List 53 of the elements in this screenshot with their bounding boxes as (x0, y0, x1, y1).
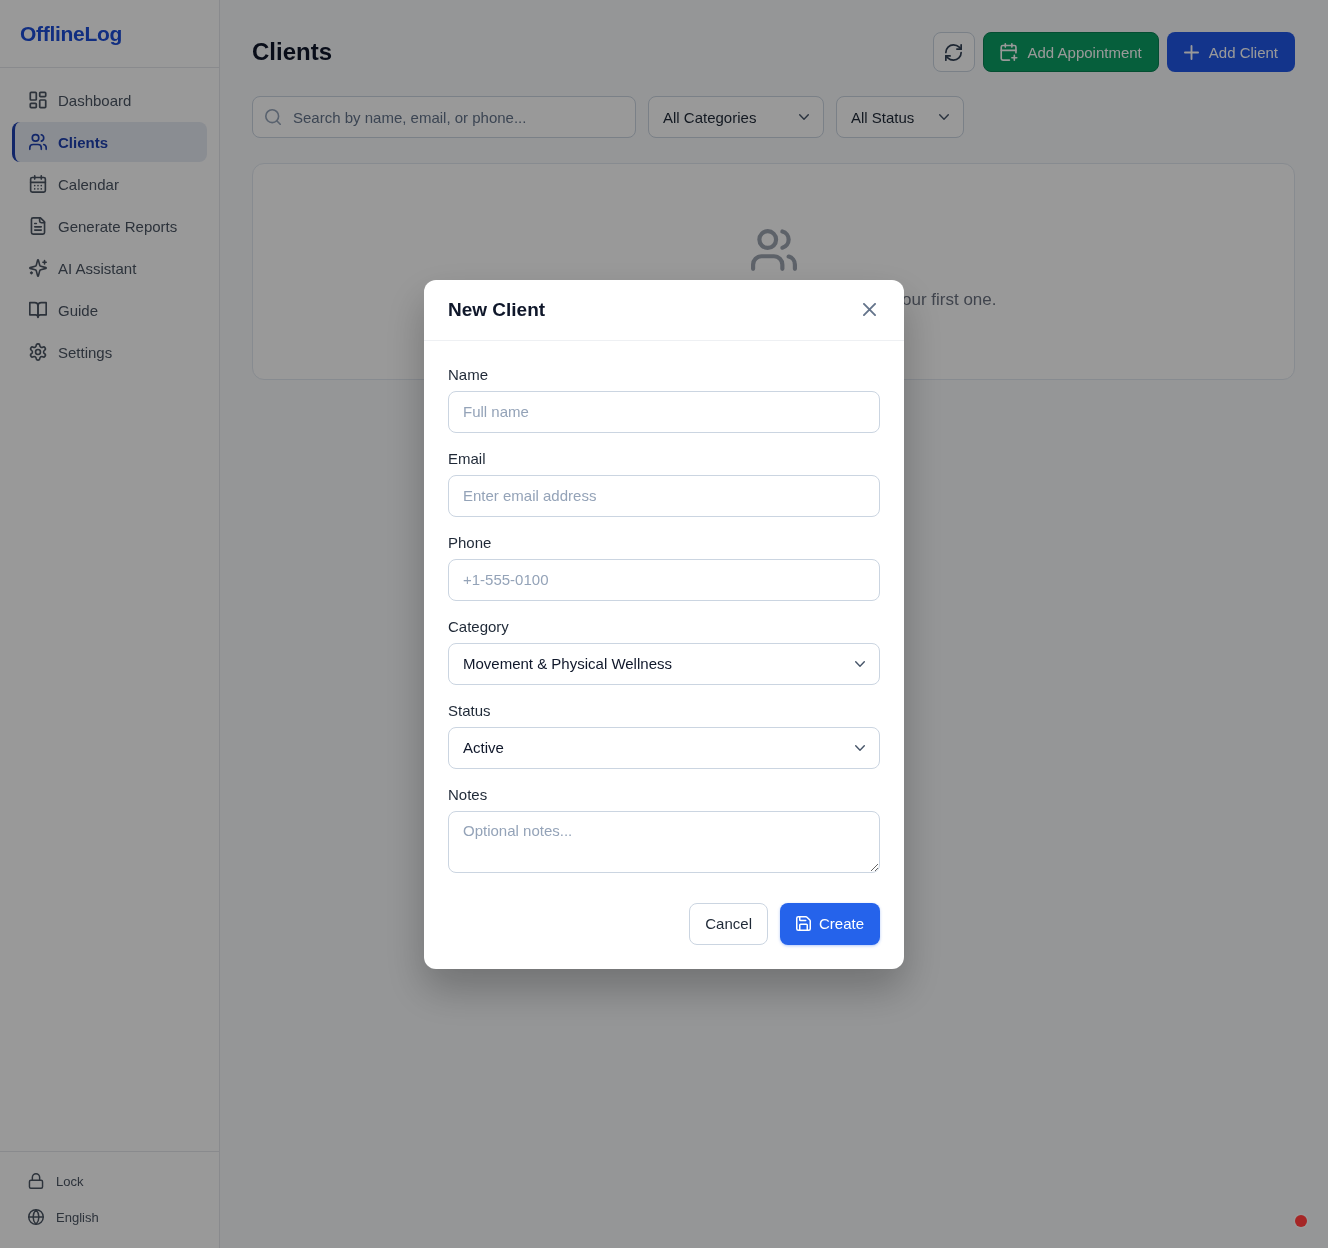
dialog-title: New Client (448, 297, 546, 322)
add-client-button[interactable]: Add Client (1166, 32, 1295, 72)
calendar-plus-icon (999, 43, 1018, 61)
sidebar-item[interactable]: Settings (12, 332, 207, 372)
sidebar-item[interactable]: Clients (12, 122, 207, 162)
field-label: Email (448, 448, 486, 469)
sidebar-item[interactable]: Dashboard (12, 80, 207, 120)
search-icon (265, 109, 281, 125)
refresh-icon (945, 43, 962, 61)
users-icon (29, 133, 47, 151)
sparkles-icon (29, 259, 47, 277)
document-icon (29, 217, 47, 235)
lock-icon (28, 1173, 44, 1189)
field-label: Category (448, 616, 509, 637)
filter-dropdown[interactable]: All Categories (648, 96, 824, 138)
sidebar-item[interactable]: Calendar (12, 164, 207, 204)
create-button[interactable]: Create (779, 902, 880, 945)
status-dot-icon (1293, 1213, 1309, 1229)
chevron-down-icon (855, 744, 865, 751)
dropdown-field[interactable]: Active (448, 726, 880, 769)
dropdown-field[interactable]: Movement & Physical Wellness (448, 642, 880, 685)
sidebar-footer-item[interactable]: English (12, 1199, 207, 1235)
app-logo: OfflineLog (20, 21, 122, 46)
grid-icon (29, 91, 47, 109)
field-label: Notes (448, 784, 488, 805)
field-label: Name (448, 364, 488, 385)
search-field[interactable]: Search by name, email, or phone... (252, 96, 636, 138)
cancel-button[interactable]: Cancel (689, 902, 768, 945)
globe-icon (28, 1209, 44, 1225)
settings-icon (29, 343, 47, 361)
calendar-icon (29, 175, 47, 193)
text-area-field[interactable]: Optional notes... (448, 810, 880, 873)
add-appointment-button[interactable]: Add Appointment (982, 32, 1159, 72)
field-label: Status (448, 700, 491, 721)
sidebar-item[interactable]: AI Assistant (12, 248, 207, 288)
input-field[interactable]: Full name (448, 390, 880, 433)
plus-icon (1183, 44, 1199, 60)
input-field[interactable]: +1-555-0100 (448, 558, 880, 601)
sidebar-footer-item[interactable]: Lock (12, 1163, 207, 1199)
book-icon (29, 301, 47, 319)
sidebar-item[interactable]: Generate Reports (12, 206, 207, 246)
chevron-down-icon (855, 660, 865, 667)
input-field[interactable]: Enter email address (448, 474, 880, 517)
refresh-button[interactable] (932, 32, 975, 72)
page-title: Clients (252, 38, 332, 66)
users-icon (750, 228, 797, 272)
save-icon (795, 916, 811, 931)
chevron-down-icon (799, 114, 809, 120)
close-icon (863, 303, 876, 316)
sidebar-item[interactable]: Guide (12, 290, 207, 330)
filter-dropdown[interactable]: All Status (836, 96, 964, 138)
field-label: Phone (448, 532, 492, 553)
chevron-down-icon (939, 114, 949, 120)
